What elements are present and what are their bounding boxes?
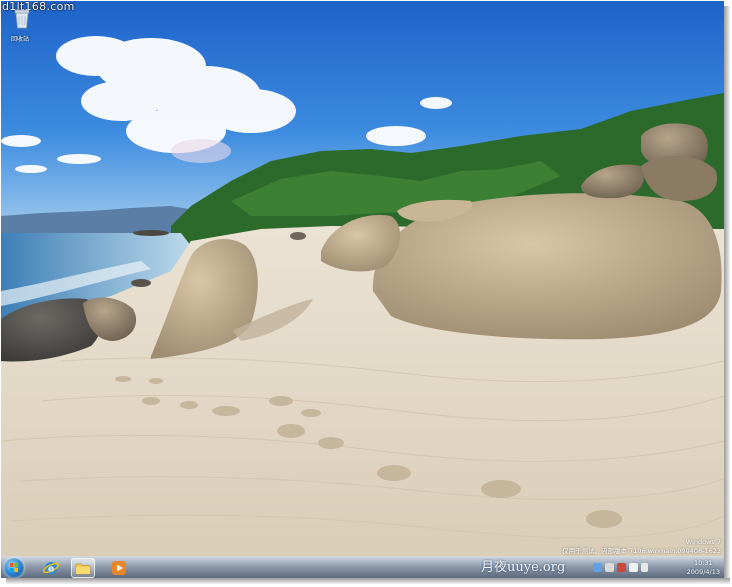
ie-icon: e <box>43 562 59 575</box>
build-info-os: Windows 7 <box>685 538 721 546</box>
recycle-bin-label: 回收站 <box>10 36 29 43</box>
folder-icon <box>75 563 91 575</box>
tray-flag-icon[interactable] <box>629 563 638 572</box>
tray-action-center-icon[interactable] <box>617 563 626 572</box>
tray-help-icon[interactable] <box>593 563 602 572</box>
tray-network-icon[interactable] <box>605 563 614 572</box>
taskbar-windows-explorer[interactable] <box>71 558 95 578</box>
recycle-bin-icon <box>14 9 30 29</box>
build-info-build: 仅用于测试。内部版本 7106.winmain.090408-1623 <box>562 547 721 555</box>
desktop-icon-recycle-bin[interactable]: 回收站 <box>9 7 35 43</box>
clock-date: 2009/4/13 <box>686 568 720 576</box>
taskbar-clock[interactable]: 10:31 2009/4/13 <box>687 559 720 577</box>
start-button[interactable] <box>4 558 24 578</box>
windows-build-watermark: Windows 7 仅用于测试。内部版本 7106.winmain.090408… <box>562 538 721 556</box>
frame-shadow-bottom <box>6 578 730 584</box>
svg-text:e: e <box>48 565 54 575</box>
taskbar: e 月夜uuye.org 10:31 2009/4/13 <box>1 556 724 578</box>
screenshot-frame: d1lt168.com 回收站 Windows 7 仅用于测试。内部版本 710… <box>1 1 724 578</box>
media-player-icon <box>112 561 126 575</box>
desktop-wallpaper <box>1 1 724 578</box>
taskbar-watermark: 月夜uuye.org <box>481 560 566 575</box>
windows-logo-icon <box>10 563 18 572</box>
tray-volume-icon[interactable] <box>641 563 648 572</box>
frame-shadow-right <box>724 6 730 581</box>
clock-time: 10:31 <box>693 559 713 567</box>
taskbar-internet-explorer[interactable]: e <box>39 558 63 578</box>
taskbar-media-player[interactable] <box>107 558 131 578</box>
